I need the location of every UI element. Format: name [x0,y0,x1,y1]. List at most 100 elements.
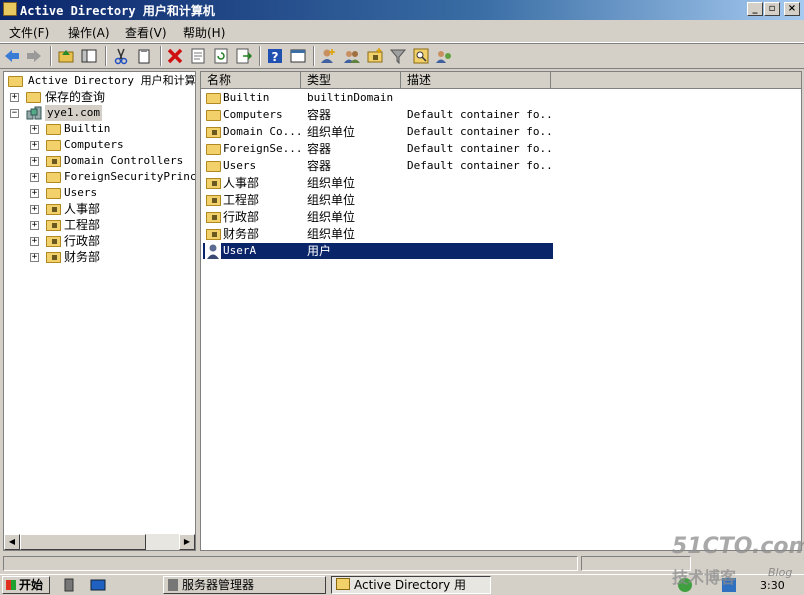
tree-item-domain[interactable]: − yye1.com [8,105,188,121]
expand-icon[interactable]: + [30,125,39,134]
tree-item[interactable]: + Builtin [28,121,195,137]
tree-item[interactable]: + Users [28,185,195,201]
list-row[interactable]: Computers 容器 Default container fo... [203,107,553,123]
scroll-left-button[interactable]: ◀ [4,534,20,550]
tree-item[interactable]: + 行政部 [28,233,195,249]
expand-icon[interactable]: + [30,237,39,246]
tree-item-saved-queries[interactable]: + 保存的查询 [8,89,188,105]
server-manager-icon [168,579,178,591]
minimize-button[interactable]: _ [747,2,763,16]
expand-icon[interactable]: + [30,141,39,150]
menu-bar [0,20,804,43]
menu-help[interactable]: 帮助(H) [183,24,225,41]
console-tree[interactable]: Active Directory 用户和计算机 + 保存的查询 − yye1.c… [3,71,196,551]
tree-item-label: 工程部 [64,218,101,232]
window-title: Active Directory 用户和计算机 [20,4,215,18]
tree-item[interactable]: + 人事部 [28,201,195,217]
ou-icon [206,127,221,138]
new-ou-icon[interactable] [366,47,384,65]
list-row[interactable]: 工程部 组织单位 [203,192,553,208]
start-button[interactable]: 开始 [2,576,50,594]
cut-icon[interactable] [112,47,130,65]
list-row[interactable]: ForeignSe... 容器 Default container fo... [203,141,553,157]
forward-icon[interactable] [25,47,43,65]
quicklaunch-desktop-icon[interactable] [90,578,106,592]
folder-icon [46,188,61,199]
tree-item-label: 保存的查询 [45,90,106,104]
expand-icon[interactable]: + [30,205,39,214]
scroll-thumb[interactable] [20,534,146,550]
folder-icon [46,172,61,183]
watermark-sub: 技术博客 [672,568,737,587]
close-button[interactable]: × [784,2,800,16]
up-folder-icon[interactable] [57,47,75,65]
tree-horizontal-scrollbar[interactable]: ◀ ▶ [4,534,195,550]
restore-button[interactable]: ▫ [764,2,780,16]
expand-icon[interactable]: + [30,189,39,198]
ou-icon [46,220,61,231]
show-tree-icon[interactable] [80,47,98,65]
list-row[interactable]: Builtin builtinDomain [203,90,553,106]
quicklaunch-server-icon[interactable] [62,578,76,592]
new-user-icon[interactable] [319,47,337,65]
list-row[interactable]: 财务部 组织单位 [203,226,553,242]
cell-type: 容器 [307,108,332,122]
refresh-icon[interactable] [212,47,230,65]
cell-type: 组织单位 [307,125,356,139]
properties-icon[interactable] [189,47,207,65]
ou-icon [206,229,221,240]
tree-item[interactable]: + Domain Controllers [28,153,195,169]
back-icon[interactable] [3,47,21,65]
help-icon[interactable]: ? [266,47,284,65]
expand-icon[interactable]: + [30,173,39,182]
filter-icon[interactable] [389,47,407,65]
tree-item[interactable]: + 财务部 [28,249,195,265]
watermark-tag: Blog [768,566,793,579]
status-panel [3,556,578,571]
expand-icon[interactable]: + [10,93,19,102]
tree-item[interactable]: + 工程部 [28,217,195,233]
collapse-icon[interactable]: − [10,109,19,118]
taskbar-item-server-manager[interactable]: 服务器管理器 [163,576,326,594]
tree-item[interactable]: + ForeignSecurityPrincip [28,169,195,185]
scroll-right-button[interactable]: ▶ [179,534,195,550]
column-header-description[interactable]: 描述 [401,72,551,89]
folder-icon [26,92,41,103]
folder-icon [206,110,221,121]
ad-icon [336,578,350,590]
new-group-icon[interactable] [343,47,361,65]
cell-type: 组织单位 [307,227,356,241]
view-icon[interactable] [289,47,307,65]
column-header-type[interactable]: 类型 [301,72,401,89]
find-icon[interactable] [412,47,430,65]
tree-item-label: yye1.com [45,105,102,121]
export-icon[interactable] [235,47,253,65]
list-row[interactable]: 人事部 组织单位 [203,175,553,191]
ou-icon [46,156,61,167]
list-row[interactable]: UserA 用户 [203,243,553,259]
cell-desc [407,226,553,242]
expand-icon[interactable]: + [30,253,39,262]
add-to-group-icon[interactable] [435,47,453,65]
cell-type: 容器 [307,159,332,173]
column-header-name[interactable]: 名称 [201,72,301,89]
list-row[interactable]: Domain Co... 组织单位 Default container fo... [203,124,553,140]
toolbar-separator [50,46,52,66]
folder-icon [206,144,221,155]
copy-icon[interactable] [135,47,153,65]
list-row[interactable]: Users 容器 Default container fo... [203,158,553,174]
menu-view[interactable]: 查看(V) [125,24,167,41]
details-list[interactable]: 名称 类型 描述 Builtin builtinDomain Computers 容器… [200,71,802,551]
list-row[interactable]: 行政部 组织单位 [203,209,553,225]
menu-file[interactable]: 文件(F) [9,24,49,41]
cell-name: Domain Co... [223,125,303,138]
expand-icon[interactable]: + [30,221,39,230]
taskbar-item-active-directory[interactable]: Active Directory 用 [331,576,491,594]
delete-icon[interactable] [166,47,184,65]
expand-icon[interactable]: + [30,157,39,166]
windows-logo-icon [6,580,16,590]
tree-item[interactable]: + Computers [28,137,195,153]
menu-action[interactable]: 操作(A) [68,24,110,41]
start-label: 开始 [19,578,44,592]
ou-icon [206,178,221,189]
